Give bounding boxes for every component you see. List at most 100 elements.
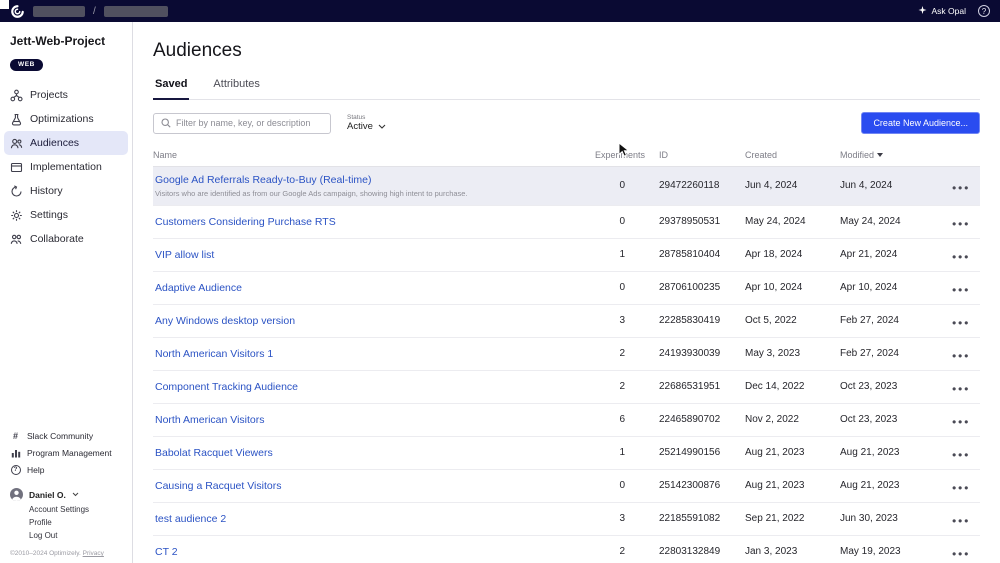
table-row[interactable]: Babolat Racquet Viewers 1 25214990156 Au… [153,437,980,470]
row-menu-button[interactable]: ●●● [952,516,970,525]
row-menu-button[interactable]: ●●● [952,252,970,261]
flask-icon [10,113,23,126]
logout-link[interactable]: Log Out [29,529,122,542]
status-label: Status [347,114,386,121]
program-management-link[interactable]: Program Management [10,444,122,461]
redacted-project-name[interactable] [104,6,168,17]
table-row[interactable]: Adaptive Audience 0 28706100235 Apr 10, … [153,272,980,305]
tab-saved[interactable]: Saved [153,78,189,100]
help-icon[interactable]: ? [978,5,990,17]
menu-cell: ●●● [936,279,980,297]
id-cell: 22686531951 [645,381,745,392]
created-cell: Apr 18, 2024 [745,249,840,260]
help-link[interactable]: ? Help [10,461,122,478]
id-cell: 22285830419 [645,315,745,326]
ask-opal-label: Ask Opal [932,6,967,16]
screen-corner-artifact [0,0,9,9]
sidebar-item-label: Implementation [30,161,102,173]
audience-name-link[interactable]: Causing a Racquet Visitors [155,480,563,492]
audience-name-link[interactable]: Customers Considering Purchase RTS [155,216,563,228]
account-settings-link[interactable]: Account Settings [29,503,122,516]
privacy-link[interactable]: Privacy [83,550,104,557]
column-header-created[interactable]: Created [745,150,840,160]
row-menu-button[interactable]: ●●● [952,483,970,492]
collaborate-icon [10,233,23,246]
audience-name-link[interactable]: Babolat Racquet Viewers [155,447,563,459]
id-cell: 22803132849 [645,546,745,557]
row-menu-button[interactable]: ●●● [952,318,970,327]
row-menu-button[interactable]: ●●● [952,384,970,393]
audience-name-link[interactable]: North American Visitors [155,414,563,426]
id-cell: 22185591082 [645,513,745,524]
sidebar-item-audiences[interactable]: Audiences [4,131,128,155]
audience-name-link[interactable]: Component Tracking Audience [155,381,563,393]
filter-input[interactable] [176,118,323,128]
sidebar-item-projects[interactable]: Projects [0,83,132,107]
avatar [10,488,23,501]
row-menu-button[interactable]: ●●● [952,219,970,228]
row-menu-button[interactable]: ●●● [952,417,970,426]
audience-table-body: Google Ad Referrals Ready-to-Buy (Real-t… [153,167,980,563]
status-value: Active [347,121,373,132]
sidebar-item-label: Projects [30,89,68,101]
name-cell: test audience 2 [153,513,573,525]
modified-cell: May 24, 2024 [840,216,936,227]
audience-name-link[interactable]: Google Ad Referrals Ready-to-Buy (Real-t… [155,174,563,186]
tab-attributes[interactable]: Attributes [211,78,261,99]
created-cell: Sep 21, 2022 [745,513,840,524]
table-row[interactable]: CT 2 2 22803132849 Jan 3, 2023 May 19, 2… [153,536,980,563]
table-row[interactable]: North American Visitors 1 2 24193930039 … [153,338,980,371]
sidebar-item-implementation[interactable]: Implementation [0,155,132,179]
row-menu-button[interactable]: ●●● [952,285,970,294]
hash-icon: # [10,431,21,441]
table-row[interactable]: Causing a Racquet Visitors 0 25142300876… [153,470,980,503]
table-row[interactable]: VIP allow list 1 28785810404 Apr 18, 202… [153,239,980,272]
column-header-id[interactable]: ID [645,150,745,160]
row-menu-button[interactable]: ●●● [952,351,970,360]
user-links: Account Settings Profile Log Out [10,503,122,542]
column-header-experiments[interactable]: Experiments [573,150,645,160]
audience-name-link[interactable]: CT 2 [155,546,563,558]
table-row[interactable]: test audience 2 3 22185591082 Sep 21, 20… [153,503,980,536]
column-header-name[interactable]: Name [153,150,573,160]
table-row[interactable]: Any Windows desktop version 3 2228583041… [153,305,980,338]
audience-name-link[interactable]: Any Windows desktop version [155,315,563,327]
modified-cell: Feb 27, 2024 [840,348,936,359]
filter-searchbox[interactable] [153,113,331,134]
column-header-modified[interactable]: Modified [840,150,936,160]
menu-cell: ●●● [936,312,980,330]
audience-name-link[interactable]: test audience 2 [155,513,563,525]
sidebar-item-history[interactable]: History [0,179,132,203]
sidebar-item-collaborate[interactable]: Collaborate [0,227,132,251]
name-cell: North American Visitors 1 [153,348,573,360]
sidebar-item-label: Collaborate [30,233,84,245]
audience-name-link[interactable]: Adaptive Audience [155,282,563,294]
table-row[interactable]: Google Ad Referrals Ready-to-Buy (Real-t… [153,167,980,206]
table-row[interactable]: Customers Considering Purchase RTS 0 293… [153,206,980,239]
sidebar-item-settings[interactable]: Settings [0,203,132,227]
modified-cell: Aug 21, 2023 [840,447,936,458]
id-cell: 29472260118 [645,180,745,191]
topbar-breadcrumb: / [10,4,168,19]
menu-cell: ●●● [936,378,980,396]
created-cell: Apr 10, 2024 [745,282,840,293]
row-menu-button[interactable]: ●●● [952,549,970,558]
optimizely-logo-icon[interactable] [10,4,25,19]
copyright: ©2010–2024 Optimizely. Privacy [10,550,122,557]
app-window: / Ask Opal ? Jett-Web-Project WEB [0,0,1000,563]
audience-name-link[interactable]: North American Visitors 1 [155,348,563,360]
create-new-audience-button[interactable]: Create New Audience... [861,112,980,134]
user-menu-toggle[interactable]: Daniel O. [10,488,122,501]
row-menu-button[interactable]: ●●● [952,183,970,192]
status-dropdown[interactable]: Status Active [347,114,386,132]
slack-community-link[interactable]: # Slack Community [10,427,122,444]
profile-link[interactable]: Profile [29,516,122,529]
row-menu-button[interactable]: ●●● [952,450,970,459]
redacted-account-name[interactable] [33,6,85,17]
table-row[interactable]: North American Visitors 6 22465890702 No… [153,404,980,437]
ask-opal-button[interactable]: Ask Opal [918,6,967,17]
table-row[interactable]: Component Tracking Audience 2 2268653195… [153,371,980,404]
audience-name-link[interactable]: VIP allow list [155,249,563,261]
question-circle-icon: ? [10,465,21,475]
sidebar-item-optimizations[interactable]: Optimizations [0,107,132,131]
